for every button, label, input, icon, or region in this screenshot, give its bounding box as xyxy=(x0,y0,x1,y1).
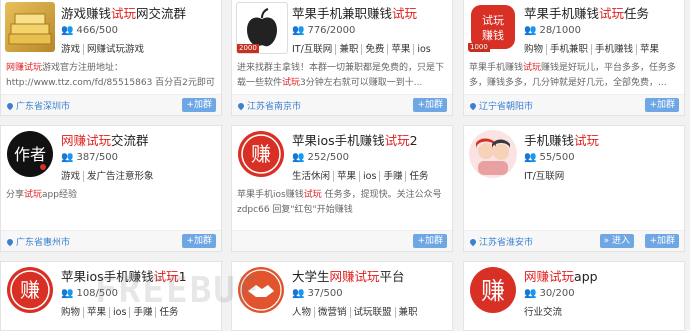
location[interactable]: 广东省惠州市 xyxy=(5,235,70,248)
group-tags: 人物 微营销 试玩联盟 兼职 xyxy=(292,304,421,318)
card-footer: 辽宁省朝阳市 +加群 xyxy=(464,94,684,115)
join-group-button[interactable]: +加群 xyxy=(413,234,447,248)
group-tags: 游戏 网赚试玩游戏 xyxy=(61,41,148,55)
svg-text:赚: 赚 xyxy=(251,142,271,166)
card-footer: 江苏省南京市 +加群 xyxy=(232,94,452,115)
location[interactable]: 江苏省淮安市 xyxy=(468,235,533,248)
group-card[interactable]: 赚 网赚试玩app 👥 30/200 行业交流 xyxy=(463,261,685,331)
members-icon: 👥 xyxy=(524,152,536,163)
join-group-button[interactable]: +加群 xyxy=(645,234,679,248)
group-avatar[interactable]: 赚 xyxy=(468,265,518,315)
enter-group-button[interactable]: » 进入 xyxy=(599,234,634,248)
members-icon: 👥 xyxy=(524,288,536,299)
group-avatar[interactable]: 2000 xyxy=(236,2,288,54)
handshake-logo-icon xyxy=(238,267,284,313)
calligraphy-logo-icon: 作者 xyxy=(7,131,53,177)
card-footer: 广东省深圳市 +加群 xyxy=(1,94,221,115)
group-title[interactable]: 苹果手机兼职赚钱试玩 xyxy=(292,3,417,22)
group-avatar[interactable] xyxy=(468,129,518,179)
group-description: 苹果手机赚钱试玩赚钱是好玩儿，平台多多，任务多多，赚钱多多，几分钟就是好几元，全… xyxy=(469,63,677,88)
gold-bars-icon xyxy=(8,13,52,45)
svg-text:作者: 作者 xyxy=(14,145,46,164)
group-card[interactable]: 赚 苹果ios手机赚钱试玩1 👥 108/500 购物 苹果 ios 手赚 任务 xyxy=(0,261,222,331)
svg-text:试玩: 试玩 xyxy=(482,14,504,27)
member-count: 👥 28/1000 xyxy=(524,25,581,36)
location-pin-icon xyxy=(468,237,478,247)
card-footer: 广东省惠州市 +加群 xyxy=(1,230,221,251)
group-title[interactable]: 苹果ios手机赚钱试玩2 xyxy=(292,130,418,149)
svg-text:赚: 赚 xyxy=(20,278,40,302)
group-tags: 购物 苹果 ios 手赚 任务 xyxy=(61,304,182,318)
member-count: 👥 55/500 xyxy=(524,152,575,163)
group-tags: 行业交流 xyxy=(524,307,563,318)
location-pin-icon xyxy=(468,101,478,111)
member-count: 👥 108/500 xyxy=(61,288,118,299)
members-icon: 👥 xyxy=(524,25,536,36)
card-footer: +加群 xyxy=(232,230,452,251)
location[interactable]: 江苏省南京市 xyxy=(236,99,301,112)
location[interactable]: 辽宁省朝阳市 xyxy=(468,99,533,112)
group-tags: 游戏 发广告注意形象 xyxy=(61,168,157,182)
group-avatar[interactable]: 作者 xyxy=(5,129,55,179)
group-avatar[interactable]: 试玩 赚钱 1000 xyxy=(468,2,518,52)
card-footer: 江苏省淮安市 » 进入 +加群 xyxy=(464,230,684,251)
join-group-button[interactable]: +加群 xyxy=(645,98,679,112)
join-group-button[interactable]: +加群 xyxy=(182,98,216,112)
join-group-button[interactable]: +加群 xyxy=(413,98,447,112)
group-card[interactable]: 大学生网赚试玩平台 👥 37/500 人物 微营销 试玩联盟 兼职 xyxy=(231,261,453,331)
member-count: 👥 37/500 xyxy=(292,288,343,299)
group-size-badge: 2000 xyxy=(237,44,259,53)
group-avatar[interactable]: 赚 xyxy=(5,265,55,315)
group-title[interactable]: 苹果ios手机赚钱试玩1 xyxy=(61,266,187,285)
members-icon: 👥 xyxy=(61,25,73,36)
svg-text:赚: 赚 xyxy=(481,277,505,305)
group-avatar[interactable] xyxy=(5,2,55,52)
group-card[interactable]: 试玩 赚钱 1000 苹果手机赚钱试玩任务 👥 28/1000 购物 手机兼职 手机赚钱… xyxy=(463,0,685,116)
group-tags: 生活休闲 苹果 ios 手赚 任务 xyxy=(292,168,432,182)
earn-character-icon: 赚 xyxy=(470,267,516,313)
group-size-badge: 1000 xyxy=(468,43,490,52)
group-card[interactable]: 手机赚钱试玩 👥 55/500 IT/互联网 江苏省淮安市 » 进入 +加群 xyxy=(463,125,685,252)
group-title[interactable]: 苹果手机赚钱试玩任务 xyxy=(524,3,649,22)
member-count: 👥 252/500 xyxy=(292,152,349,163)
group-card[interactable]: 游戏赚钱试玩网交流群 👥 466/500 游戏 网赚试玩游戏 网赚试玩游戏官方注册地… xyxy=(0,0,222,116)
group-title[interactable]: 游戏赚钱试玩网交流群 xyxy=(61,3,186,22)
group-title[interactable]: 网赚试玩交流群 xyxy=(61,130,149,149)
group-title[interactable]: 大学生网赚试玩平台 xyxy=(292,266,405,285)
couple-avatar-icon xyxy=(469,130,517,178)
group-tags: 购物 手机兼职 手机赚钱 苹果 xyxy=(524,41,663,55)
group-description: 分享试玩app经验 xyxy=(6,190,77,200)
join-group-button[interactable]: +加群 xyxy=(182,234,216,248)
member-count: 👥 466/500 xyxy=(61,25,118,36)
location-pin-icon xyxy=(5,101,15,111)
group-description: 苹果手机ios赚钱试玩 任务多，提现快。关注公众号zdpc66 回复"红包"开始… xyxy=(237,190,442,215)
group-card[interactable]: 作者 网赚试玩交流群 👥 387/500 游戏 发广告注意形象 分享试玩app经验 … xyxy=(0,125,222,252)
members-icon: 👥 xyxy=(292,288,304,299)
earn-character-icon: 赚 xyxy=(238,131,284,177)
member-count: 👥 30/200 xyxy=(524,288,575,299)
members-icon: 👥 xyxy=(61,288,73,299)
group-description: 进来找群主拿钱！本群一切兼职都是免费的，只是下载一些软件试玩3分钟左右就可以赚取… xyxy=(237,63,445,88)
group-title[interactable]: 手机赚钱试玩 xyxy=(524,130,599,149)
group-card[interactable]: 2000 苹果手机兼职赚钱试玩 👥 776/2000 IT/互联网 兼职 免费 苹果 io… xyxy=(231,0,453,116)
group-avatar[interactable] xyxy=(236,265,286,315)
group-card[interactable]: 赚 苹果ios手机赚钱试玩2 👥 252/500 生活休闲 苹果 ios 手赚 任务 苹果… xyxy=(231,125,453,252)
location-pin-icon xyxy=(5,237,15,247)
group-tags: IT/互联网 xyxy=(524,171,565,182)
earn-character-icon: 赚 xyxy=(7,267,53,313)
group-tags: IT/互联网 兼职 免费 苹果 ios xyxy=(292,41,434,55)
group-title[interactable]: 网赚试玩app xyxy=(524,266,598,285)
members-icon: 👥 xyxy=(292,25,304,36)
members-icon: 👥 xyxy=(61,152,73,163)
member-count: 👥 776/2000 xyxy=(292,25,356,36)
group-avatar[interactable]: 赚 xyxy=(236,129,286,179)
location-pin-icon xyxy=(236,101,246,111)
member-count: 👥 387/500 xyxy=(61,152,118,163)
group-description: 网赚试玩游戏官方注册地址：http://www.ttz.com/fd/85515… xyxy=(6,63,215,88)
svg-text:赚钱: 赚钱 xyxy=(482,28,504,42)
members-icon: 👥 xyxy=(292,152,304,163)
location[interactable]: 广东省深圳市 xyxy=(5,99,70,112)
